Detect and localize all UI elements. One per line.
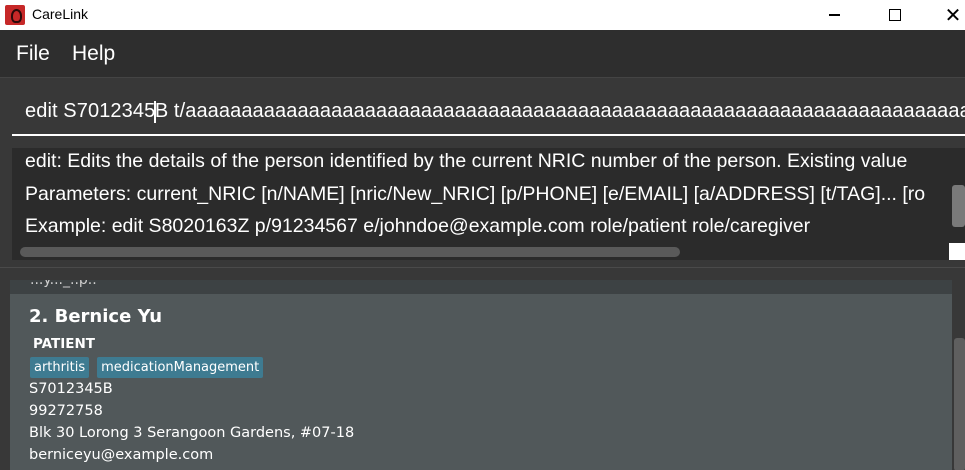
command-text-after-caret: B t/aaaaaaaaaaaaaaaaaaaaaaaaaaaaaaaaaaaa… <box>154 100 965 122</box>
person-name: 2. Bernice Yu <box>29 306 163 327</box>
result-line-description: edit: Edits the details of the person id… <box>25 150 908 172</box>
result-vertical-scrollbar[interactable] <box>952 185 965 227</box>
menu-help[interactable]: Help <box>72 42 115 66</box>
tag-badge: medicationManagement <box>97 357 264 378</box>
person-address: Blk 30 Lorong 3 Serangoon Gardens, #07-1… <box>29 425 355 441</box>
title-bar: CareLink ✕ <box>0 0 965 30</box>
tag-list: arthritis medicationManagement <box>30 357 264 378</box>
list-vertical-scrollbar[interactable] <box>954 338 965 470</box>
result-line-example: Example: edit S8020163Z p/91234567 e/joh… <box>25 215 811 237</box>
command-input[interactable]: edit S7012345B t/aaaaaaaaaaaaaaaaaaaaaaa… <box>12 88 965 136</box>
person-phone: 99272758 <box>29 403 103 419</box>
tag-badge: arthritis <box>30 357 90 378</box>
person-role: PATIENT <box>33 336 96 352</box>
minimize-icon <box>828 14 840 16</box>
result-display[interactable]: edit: Edits the details of the person id… <box>12 148 965 260</box>
person-email: berniceyu@example.com <box>29 447 214 463</box>
person-list-area: ...y..._..p.. 2. Bernice Yu PATIENT arth… <box>0 267 965 470</box>
carelink-app-icon <box>5 5 25 25</box>
close-button[interactable]: ✕ <box>930 0 965 30</box>
window-title: CareLink <box>32 6 89 22</box>
person-card[interactable]: 2. Bernice Yu PATIENT arthritis medicati… <box>10 294 952 470</box>
maximize-button[interactable] <box>872 0 918 30</box>
command-area: edit S7012345B t/aaaaaaaaaaaaaaaaaaaaaaa… <box>0 77 965 140</box>
minimize-button[interactable] <box>811 0 857 30</box>
result-horizontal-scrollbar[interactable] <box>20 247 680 257</box>
result-line-parameters: Parameters: current_NRIC [n/NAME] [nric/… <box>25 183 926 205</box>
menu-file[interactable]: File <box>16 42 50 66</box>
menu-bar: File Help <box>0 30 965 77</box>
result-area: edit: Edits the details of the person id… <box>0 140 965 267</box>
command-text-before-caret: edit S7012345 <box>25 100 156 122</box>
maximize-icon <box>889 9 901 21</box>
person-nric: S7012345B <box>29 381 113 397</box>
previous-card-fragment[interactable]: ...y..._..p.. <box>10 280 952 294</box>
close-icon: ✕ <box>944 3 962 27</box>
scroll-corner <box>949 243 965 260</box>
command-text: edit S7012345B t/aaaaaaaaaaaaaaaaaaaaaaa… <box>25 100 965 123</box>
previous-card-text: ...y..._..p.. <box>30 280 97 288</box>
